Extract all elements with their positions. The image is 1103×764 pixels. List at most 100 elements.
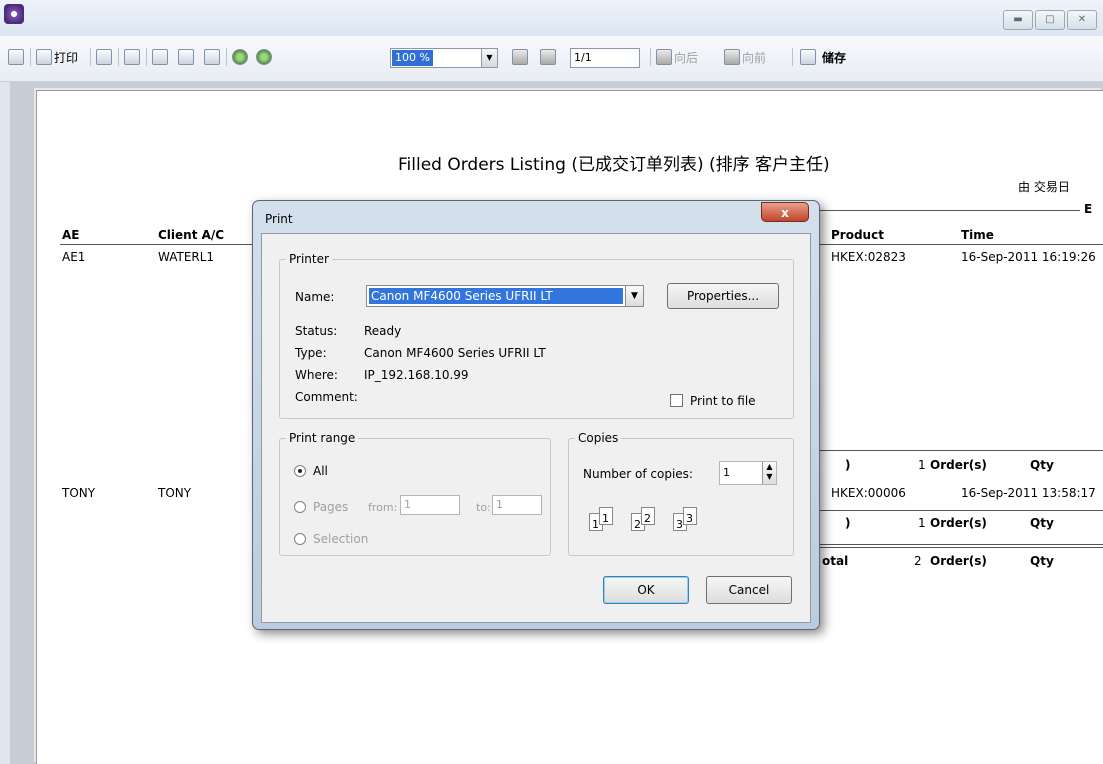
first-page-button[interactable] — [152, 47, 168, 67]
comment-label: Comment: — [295, 390, 358, 404]
zoom-in-icon — [256, 49, 272, 65]
printer-name-select[interactable]: Canon MF4600 Series UFRII LT ▼ — [366, 285, 644, 307]
row1-time: 16-Sep-2011 16:19:26 — [961, 250, 1096, 264]
print-button[interactable]: 打印 — [36, 47, 78, 67]
range-all-radio[interactable] — [294, 465, 306, 477]
prev-page-icon — [512, 49, 528, 65]
chevron-down-icon[interactable]: ▼ — [625, 286, 643, 306]
row2-product: HKEX:00006 — [831, 486, 906, 500]
back-button[interactable]: 向后 — [656, 47, 698, 67]
where-value: IP_192.168.10.99 — [364, 368, 469, 382]
print-to-file-checkbox[interactable] — [670, 394, 683, 407]
dialog-title: Print — [265, 212, 293, 226]
back-icon — [656, 49, 672, 65]
zoom-select[interactable]: 100 % ▼ — [390, 48, 498, 68]
copies-group: Copies Number of copies: 1 ▲ ▼ 1 1 2 2 3 … — [568, 431, 794, 556]
save-icon — [800, 49, 816, 65]
type-label: Type: — [295, 346, 327, 360]
save-button[interactable]: 储存 — [800, 47, 846, 67]
range-selection-radio[interactable] — [294, 533, 306, 545]
next-page-button[interactable] — [540, 47, 556, 67]
chevron-down-icon[interactable]: ▼ — [481, 49, 497, 67]
close-window-button[interactable]: ✕ — [1067, 10, 1097, 30]
row1-ae: AE1 — [62, 250, 86, 264]
subtotal1-orders: Order(s) — [930, 458, 987, 472]
where-label: Where: — [295, 368, 338, 382]
col-client: Client A/C — [158, 228, 225, 242]
cancel-button[interactable]: Cancel — [706, 576, 792, 604]
col-product: Product — [831, 228, 884, 242]
window-controls: ▬ □ ✕ — [1003, 10, 1097, 30]
print-to-file-label: Print to file — [690, 394, 756, 408]
range-pages-radio[interactable] — [294, 501, 306, 513]
page-setup-button[interactable] — [204, 47, 220, 67]
binoculars-icon — [124, 49, 140, 65]
copies-spinner[interactable]: ▲ ▼ — [762, 462, 776, 484]
copy-button[interactable] — [96, 47, 112, 67]
print-range-group: Print range All Pages from: 1 to: 1 Sele… — [279, 431, 551, 556]
copies-input[interactable]: 1 ▲ ▼ — [719, 461, 777, 485]
subtotal2-orders: Order(s) — [930, 516, 987, 530]
subtotal1-paren: ) — [845, 458, 851, 472]
collate-page-icon: 1 — [599, 507, 613, 525]
to-label: to: — [476, 501, 491, 514]
to-input[interactable]: 1 — [492, 495, 542, 515]
printer-name-value: Canon MF4600 Series UFRII LT — [369, 288, 623, 304]
print-label: 打印 — [54, 50, 79, 65]
row2-client: TONY — [158, 486, 192, 500]
zoom-in-button[interactable] — [256, 47, 272, 67]
type-value: Canon MF4600 Series UFRII LT — [364, 346, 546, 360]
subtotal2-paren: ) — [845, 516, 851, 530]
report-corner-label: E — [1084, 202, 1093, 216]
ok-button[interactable]: OK — [603, 576, 689, 604]
range-all-label: All — [313, 464, 328, 478]
print-dialog: Print x Printer Name: Canon MF4600 Serie… — [252, 200, 820, 630]
number-of-copies-label: Number of copies: — [583, 467, 693, 481]
minimize-button[interactable]: ▬ — [1003, 10, 1033, 30]
forward-label: 向前 — [742, 50, 767, 65]
row1-client: WATERL1 — [158, 250, 215, 264]
name-label: Name: — [295, 290, 335, 304]
find-button[interactable] — [124, 47, 140, 67]
subtotal1-qty: Qty — [1030, 458, 1054, 472]
copy-icon — [96, 49, 112, 65]
zoom-out-button[interactable] — [232, 47, 248, 67]
subtotal1-count: 1 — [918, 458, 926, 472]
properties-button[interactable]: Properties... — [667, 283, 779, 309]
copies-label: Copies — [575, 431, 622, 445]
app-logo-icon — [4, 4, 24, 24]
export-icon — [8, 49, 24, 65]
report-toolbar: 打印 向后 向前 储存 — [0, 36, 1103, 82]
copies-value: 1 — [723, 466, 730, 479]
range-selection-label: Selection — [313, 532, 369, 546]
export-button[interactable] — [8, 47, 24, 67]
print-range-label: Print range — [286, 431, 359, 445]
from-input[interactable]: 1 — [400, 495, 460, 515]
save-label: 储存 — [822, 50, 847, 65]
range-pages-label: Pages — [313, 500, 349, 514]
printer-icon — [36, 49, 52, 65]
page-setup-icon — [204, 49, 220, 65]
collate-page-icon: 2 — [641, 507, 655, 525]
page-number-input[interactable]: 1/1 — [570, 48, 640, 68]
back-label: 向后 — [674, 50, 699, 65]
status-label: Status: — [295, 324, 338, 338]
forward-button[interactable]: 向前 — [724, 47, 766, 67]
col-time: Time — [961, 228, 994, 242]
total-orders: Order(s) — [930, 554, 987, 568]
dialog-close-button[interactable]: x — [761, 202, 809, 222]
row2-time: 16-Sep-2011 13:58:17 — [961, 486, 1096, 500]
col-ae: AE — [62, 228, 80, 242]
printer-group: Printer Name: Canon MF4600 Series UFRII … — [279, 252, 794, 419]
multi-page-button[interactable] — [178, 47, 194, 67]
total-label: otal — [822, 554, 849, 568]
from-label: from: — [368, 501, 398, 514]
page-icon — [152, 49, 168, 65]
pages-icon — [178, 49, 194, 65]
zoom-value: 100 % — [392, 50, 433, 66]
status-value: Ready — [364, 324, 402, 338]
maximize-button[interactable]: □ — [1035, 10, 1065, 30]
printer-group-label: Printer — [286, 252, 332, 266]
total-qty: Qty — [1030, 554, 1054, 568]
prev-page-button[interactable] — [512, 47, 528, 67]
